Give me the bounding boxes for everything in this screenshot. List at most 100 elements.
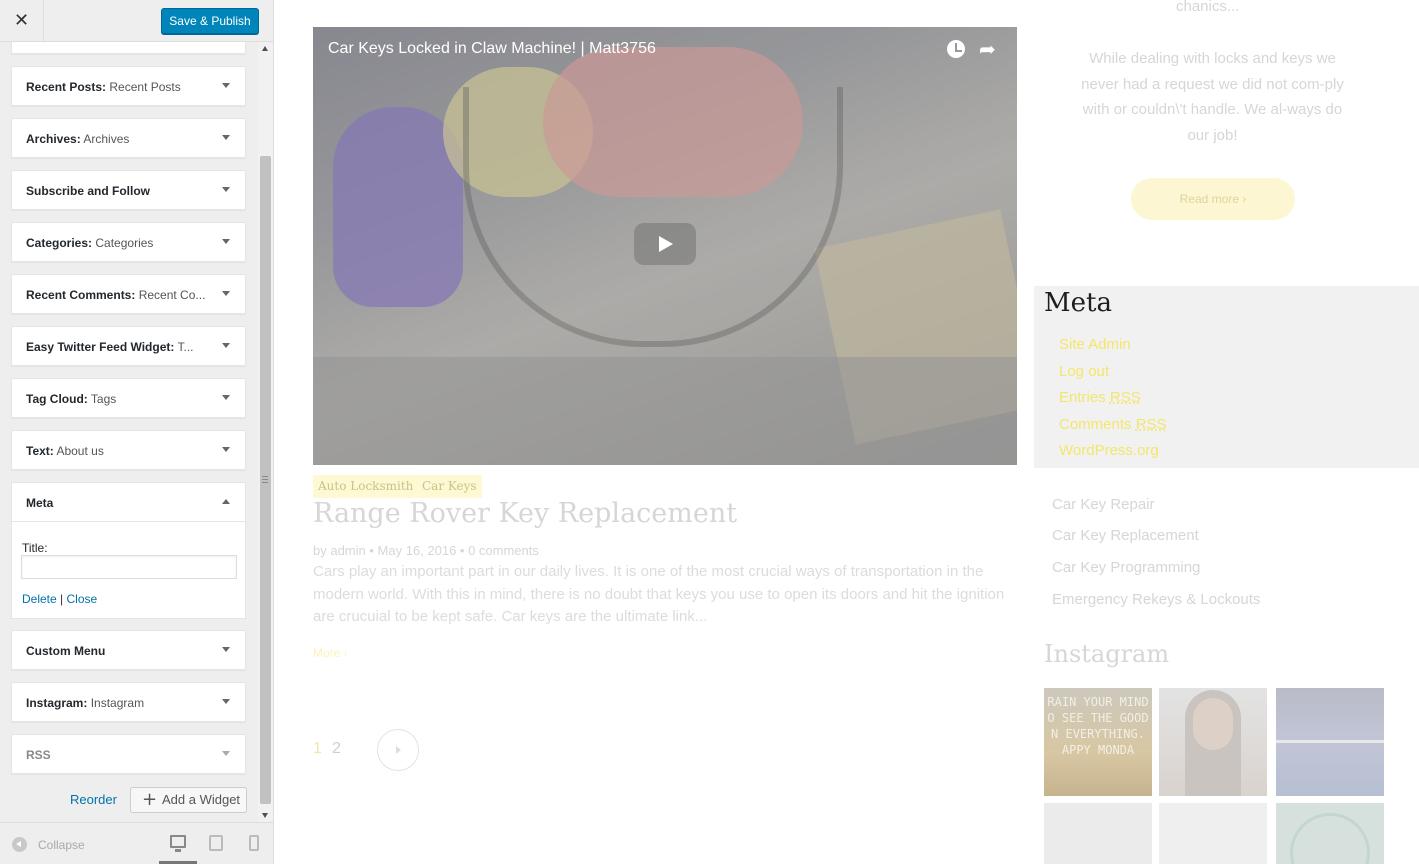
widget-actions: Delete | Close — [22, 592, 97, 606]
instagram-heading: Instagram — [1044, 640, 1170, 668]
widget-title: Archives: Archives — [26, 132, 130, 146]
customizer-header: ✕ Save & Publish — [0, 0, 273, 42]
entries-rss-link[interactable]: Entries RSS — [1059, 389, 1141, 406]
instagram-photo[interactable] — [1276, 803, 1384, 864]
post-meta: by admin • May 16, 2016 • 0 comments — [313, 543, 539, 558]
reorder-link[interactable]: Reorder — [70, 792, 117, 807]
share-icon[interactable]: ➦ — [979, 37, 996, 61]
widget-title: Subscribe and Follow — [26, 184, 151, 198]
widget-archives[interactable]: Archives: Archives — [11, 118, 246, 158]
comments-rss-link[interactable]: Comments RSS — [1059, 416, 1167, 433]
post-tag[interactable]: Auto Locksmith — [313, 475, 419, 498]
widget-meta-expanded: Meta Title: Delete | Close — [11, 482, 246, 619]
scroll-up-arrow-icon[interactable] — [262, 46, 268, 51]
widget-tag-cloud[interactable]: Tag Cloud: Tags — [11, 378, 246, 418]
watch-later-icon[interactable] — [947, 40, 965, 58]
instagram-photo[interactable] — [1044, 803, 1152, 864]
expand-arrow-icon[interactable] — [222, 395, 230, 400]
widget-title: Recent Posts: Recent Posts — [26, 80, 181, 94]
widget-instagram[interactable]: Instagram: Instagram — [11, 682, 246, 722]
meta-widget-preview: Meta Site Admin Log out Entries RSS Comm… — [1034, 286, 1419, 468]
sidebar-text-fragment: chanics... — [1176, 0, 1240, 15]
expand-arrow-icon[interactable] — [222, 291, 230, 296]
widget-title: Easy Twitter Feed Widget: T... — [26, 340, 194, 354]
category-link[interactable]: Car Key Replacement — [1052, 527, 1199, 544]
close-customizer-button[interactable]: ✕ — [0, 0, 44, 42]
panel-scrollbar[interactable] — [258, 42, 273, 822]
widget-title: RSS — [26, 748, 51, 762]
title-label: Title: — [22, 541, 48, 555]
pagination-page[interactable]: 2 — [332, 740, 341, 758]
widget-rss[interactable]: RSS — [11, 734, 246, 774]
customizer-panel: ✕ Save & Publish Recent Posts: Recent Po… — [0, 0, 274, 864]
widget-title: Text: About us — [26, 444, 104, 458]
instagram-photo-text: RAIN YOUR MIND O SEE THE GOOD N EVERYTHI… — [1047, 695, 1149, 757]
expand-arrow-icon[interactable] — [222, 343, 230, 348]
category-link[interactable]: Car Key Repair — [1052, 496, 1155, 513]
widget-title: Meta — [26, 496, 54, 510]
sidebar-about-text: While dealing with locks and keys we nev… — [1081, 50, 1344, 144]
collapse-arrow-icon[interactable] — [222, 499, 230, 504]
widget-subscribe-follow[interactable]: Subscribe and Follow — [11, 170, 246, 210]
expand-arrow-icon[interactable] — [222, 135, 230, 140]
expand-arrow-icon[interactable] — [222, 447, 230, 452]
next-page-icon[interactable] — [377, 729, 419, 771]
instagram-photo[interactable] — [1159, 688, 1267, 796]
add-widget-button[interactable]: + Add a Widget — [130, 787, 247, 813]
expand-arrow-icon[interactable] — [222, 699, 230, 704]
post-title[interactable]: Range Rover Key Replacement — [313, 498, 737, 529]
grip-icon — [262, 476, 268, 483]
widget-title: Custom Menu — [26, 644, 106, 658]
photo-detail — [1276, 740, 1384, 743]
category-link[interactable]: Car Key Programming — [1052, 559, 1200, 576]
wordpress-org-link[interactable]: WordPress.org — [1059, 442, 1159, 459]
widget-recent-posts[interactable]: Recent Posts: Recent Posts — [11, 66, 246, 106]
plus-icon: + — [142, 789, 158, 810]
desktop-preview-icon[interactable] — [170, 835, 186, 852]
widget-title: Recent Comments: Recent Co... — [26, 288, 206, 302]
widget-list: Recent Posts: Recent Posts Archives: Arc… — [0, 42, 258, 822]
instagram-photo[interactable] — [1159, 803, 1267, 864]
photo-detail — [1193, 698, 1233, 750]
post-tag[interactable]: Car Keys — [417, 475, 482, 498]
meta-title-input[interactable] — [21, 555, 237, 579]
read-more-button[interactable]: Read more › — [1131, 178, 1295, 220]
expand-arrow-icon[interactable] — [222, 647, 230, 652]
widget-custom-menu[interactable]: Custom Menu — [11, 630, 246, 670]
scroll-down-arrow-icon[interactable] — [262, 813, 268, 818]
widget-easy-twitter-feed[interactable]: Easy Twitter Feed Widget: T... — [11, 326, 246, 366]
save-publish-button[interactable]: Save & Publish — [161, 8, 259, 34]
more-link[interactable]: More › — [313, 646, 348, 660]
add-widget-label: Add a Widget — [162, 792, 241, 807]
expand-arrow-icon[interactable] — [222, 239, 230, 244]
tablet-preview-icon[interactable] — [209, 835, 223, 851]
category-link[interactable]: Emergency Rekeys & Lockouts — [1052, 591, 1260, 608]
instagram-photo[interactable] — [1276, 688, 1384, 796]
expand-arrow-icon[interactable] — [222, 751, 230, 756]
mobile-preview-icon[interactable] — [249, 835, 259, 851]
close-widget-link[interactable]: Close — [67, 592, 98, 606]
site-preview: Car Keys Locked in Claw Machine! | Matt3… — [274, 0, 1419, 864]
widget-partial-top[interactable] — [11, 42, 246, 54]
pagination-current: 1 — [313, 740, 322, 757]
customizer-footer: Collapse — [0, 822, 273, 864]
delete-widget-link[interactable]: Delete — [22, 592, 57, 606]
expand-arrow-icon[interactable] — [222, 83, 230, 88]
widget-title: Instagram: Instagram — [26, 696, 145, 710]
actions-separator: | — [60, 592, 64, 606]
expand-arrow-icon[interactable] — [222, 187, 230, 192]
widget-meta-header[interactable]: Meta — [12, 483, 245, 522]
widget-categories[interactable]: Categories: Categories — [11, 222, 246, 262]
video-embed[interactable]: Car Keys Locked in Claw Machine! | Matt3… — [313, 27, 1017, 465]
site-admin-link[interactable]: Site Admin — [1059, 336, 1131, 353]
widget-recent-comments[interactable]: Recent Comments: Recent Co... — [11, 274, 246, 314]
collapse-label[interactable]: Collapse — [38, 838, 85, 852]
play-button[interactable] — [634, 223, 696, 265]
collapse-icon[interactable] — [12, 837, 27, 852]
instagram-photo[interactable]: RAIN YOUR MIND O SEE THE GOOD N EVERYTHI… — [1044, 688, 1152, 796]
widget-text-about-us[interactable]: Text: About us — [11, 430, 246, 470]
log-out-link[interactable]: Log out — [1059, 363, 1109, 380]
widget-title: Tag Cloud: Tags — [26, 392, 117, 406]
video-title[interactable]: Car Keys Locked in Claw Machine! | Matt3… — [328, 40, 656, 58]
post-excerpt: Cars play an important part in our daily… — [313, 563, 1005, 625]
